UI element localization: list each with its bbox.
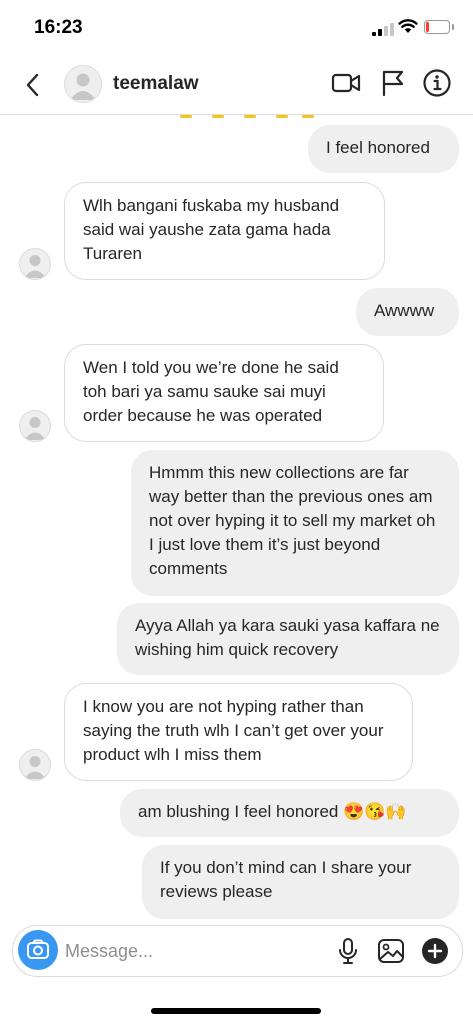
message-text: I feel honored — [326, 138, 430, 157]
microphone-icon[interactable] — [333, 936, 363, 966]
cellular-signal-icon — [372, 22, 394, 36]
message-text: Ayya Allah ya kara sauki yasa kaffara ne… — [135, 616, 440, 659]
battery-icon — [424, 20, 454, 34]
video-camera-icon[interactable] — [331, 68, 361, 98]
gallery-icon[interactable] — [376, 936, 406, 966]
default-avatar-icon — [24, 417, 46, 440]
message-bubble[interactable]: I feel honored — [308, 125, 459, 173]
message-bubble[interactable]: am blushing I feel honored 😍😘🙌 — [120, 789, 459, 837]
message-bubble[interactable]: I know you are not hyping rather than sa… — [64, 683, 413, 781]
avatar[interactable] — [19, 248, 51, 280]
avatar[interactable] — [64, 65, 102, 103]
message-composer — [12, 925, 463, 977]
home-indicator[interactable] — [151, 1008, 321, 1014]
status-time: 16:23 — [34, 17, 83, 38]
chat-header: teemalaw — [0, 56, 473, 115]
message-text: am blushing I feel honored 😍😘🙌 — [138, 802, 407, 821]
plus-icon[interactable] — [420, 936, 450, 966]
back-icon[interactable] — [22, 71, 44, 99]
flag-icon[interactable] — [378, 68, 408, 98]
battery-level — [426, 22, 429, 32]
cropped-emoji-row — [180, 115, 315, 119]
message-bubble[interactable]: Awwww — [356, 288, 459, 336]
default-avatar-icon — [24, 756, 46, 779]
message-bubble[interactable]: If you don’t mind can I share your revie… — [142, 845, 459, 919]
message-text: Hmmm this new collections are far way be… — [149, 463, 436, 578]
message-bubble[interactable]: Wlh bangani fuskaba my husband said wai … — [64, 182, 385, 280]
message-thread[interactable]: I feel honored Wlh bangani fuskaba my hu… — [0, 115, 473, 925]
default-avatar-icon — [24, 255, 46, 278]
avatar[interactable] — [19, 749, 51, 781]
message-text: Wen I told you we’re done he said toh ba… — [83, 358, 339, 425]
message-text: If you don’t mind can I share your revie… — [160, 858, 412, 901]
message-text: Wlh bangani fuskaba my husband said wai … — [83, 196, 340, 263]
avatar[interactable] — [19, 410, 51, 442]
message-bubble[interactable]: Hmmm this new collections are far way be… — [131, 450, 459, 596]
message-text: Awwww — [374, 301, 435, 320]
message-bubble[interactable]: Wen I told you we’re done he said toh ba… — [64, 344, 384, 442]
info-icon[interactable] — [422, 68, 452, 98]
message-text: I know you are not hyping rather than sa… — [83, 697, 384, 764]
status-bar: 16:23 — [0, 0, 473, 56]
camera-icon — [27, 939, 49, 959]
chat-username[interactable]: teemalaw — [113, 73, 199, 95]
default-avatar-icon — [70, 73, 96, 100]
camera-button[interactable] — [18, 930, 58, 970]
message-input[interactable] — [65, 938, 315, 964]
message-bubble[interactable]: Ayya Allah ya kara sauki yasa kaffara ne… — [117, 603, 459, 675]
wifi-icon — [398, 19, 418, 33]
